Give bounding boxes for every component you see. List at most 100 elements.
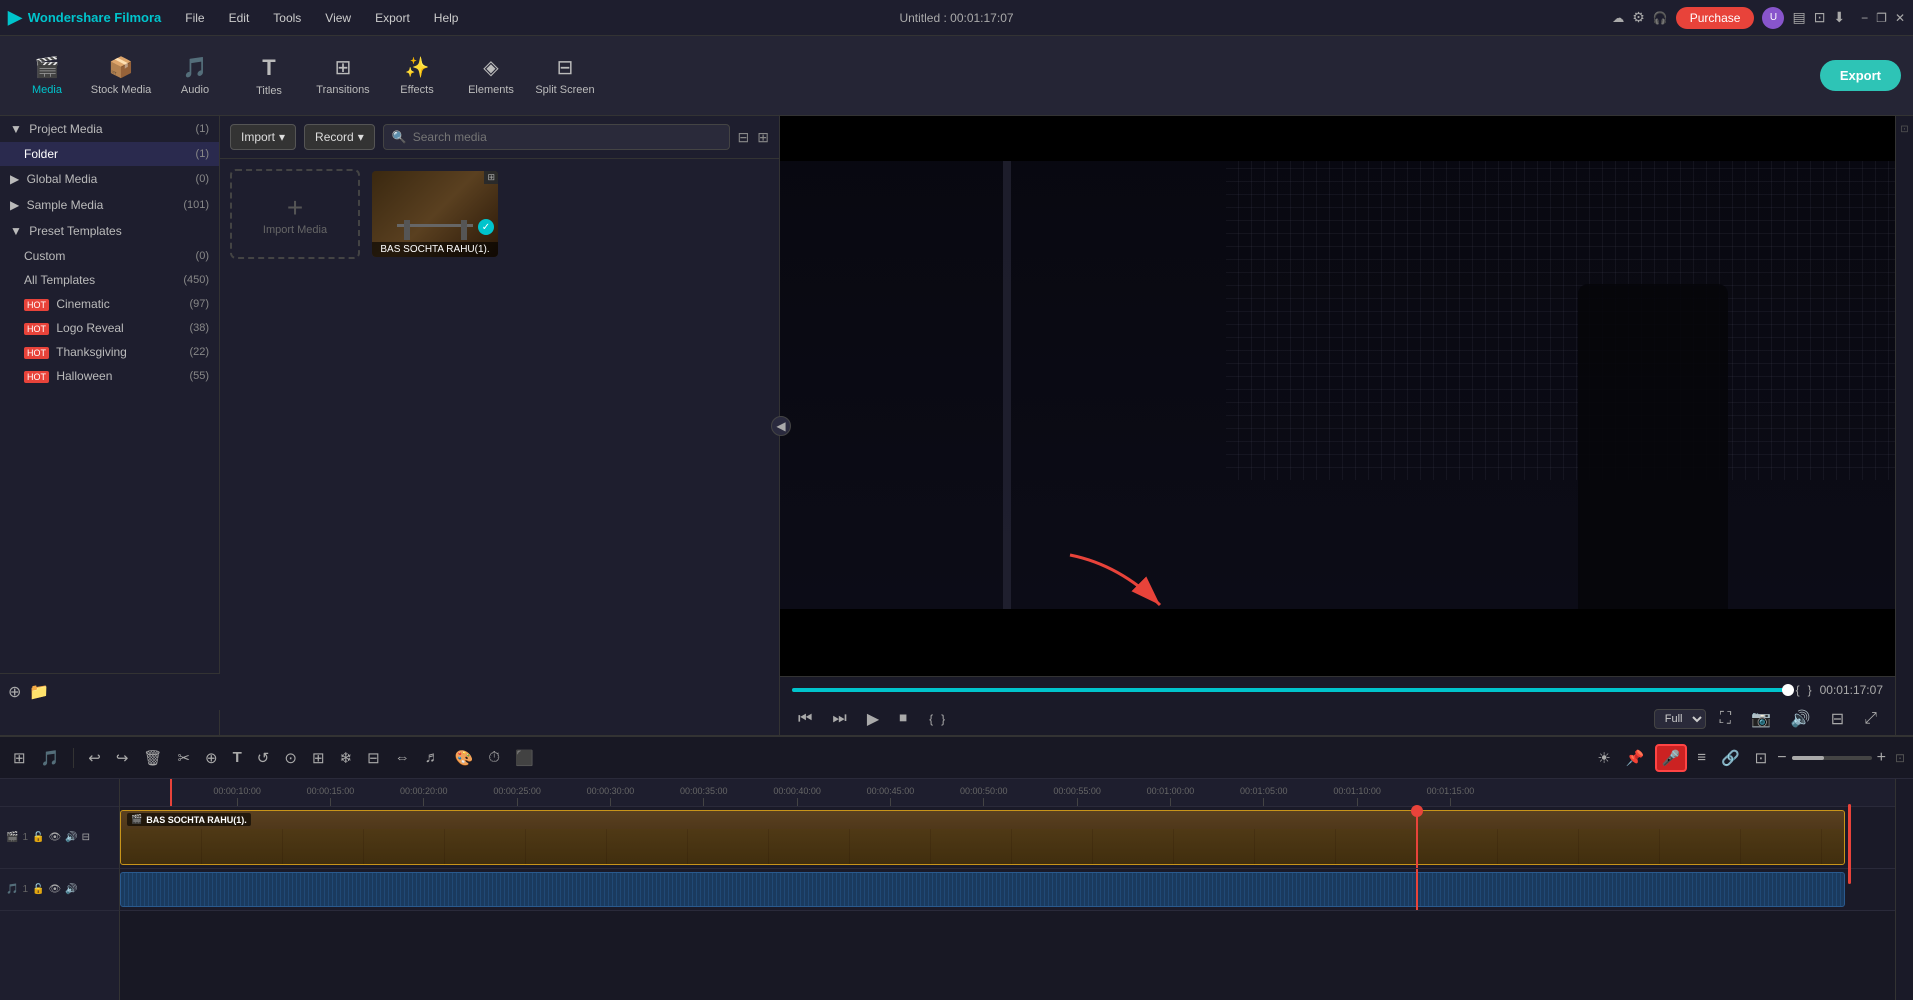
microphone-button[interactable]: 🎤 (1655, 744, 1688, 772)
sidebar-item-folder[interactable]: Folder (1) (0, 142, 219, 166)
sidebar-item-logo-reveal[interactable]: HOT Logo Reveal (38) (0, 316, 219, 340)
media-item-bas-sochta[interactable]: ⊞ BAS SOCHTA RAHU(1). ✓ (370, 169, 500, 259)
download-icon[interactable]: ⬇ (1833, 9, 1845, 26)
sidebar-item-custom[interactable]: Custom (0) (0, 244, 219, 268)
layout-icon[interactable]: ▤ (1792, 9, 1805, 26)
menu-view[interactable]: View (321, 7, 355, 29)
menu-tools[interactable]: Tools (269, 7, 305, 29)
search-input[interactable] (413, 130, 721, 144)
grid-icon[interactable]: ⊞ (757, 129, 769, 146)
track-eye-icon[interactable]: 👁 (48, 832, 61, 843)
marker-button[interactable]: 📌 (1621, 746, 1650, 770)
timeline-scroll-area[interactable]: 00:00:10:0000:00:15:0000:00:20:0000:00:2… (120, 779, 1895, 1000)
settings-icon[interactable]: ⚙ (1632, 9, 1645, 26)
ruler-mark: 00:00:20:00 (400, 786, 448, 806)
add-audio-button[interactable]: 🎵 (36, 746, 65, 770)
sidebar-section-global-media[interactable]: ▶ Global Media (0) (0, 166, 219, 192)
track-collapse-icon[interactable]: ⊟ (82, 832, 90, 843)
audio-button[interactable]: ♬ (420, 746, 445, 769)
audio-eye-icon[interactable]: 👁 (48, 884, 61, 895)
headphone-icon[interactable]: 🎧 (1653, 11, 1668, 25)
zoom-out-button[interactable]: − (1777, 749, 1786, 767)
filter-icon[interactable]: ⊟ (738, 129, 750, 146)
track-vol-icon[interactable]: 🔊 (65, 832, 77, 843)
sidebar-section-sample-media[interactable]: ▶ Sample Media (101) (0, 192, 219, 218)
snapshot-button[interactable]: 📷 (1745, 707, 1777, 731)
sidebar-item-thanksgiving[interactable]: HOT Thanksgiving (22) (0, 340, 219, 364)
preview-right-controls: Full 1/2 1/4 ⛶ 📷 🔊 ⊟ ⤢ (1654, 707, 1883, 731)
play-button[interactable]: ▶ (861, 707, 885, 731)
sidebar-item-halloween[interactable]: HOT Halloween (55) (0, 364, 219, 388)
export-button[interactable]: Export (1820, 60, 1901, 91)
sidebar-folder-icon[interactable]: 📁 (29, 682, 49, 702)
magnet-button[interactable]: ⊙ (279, 746, 302, 770)
progress-bar[interactable] (792, 688, 1788, 692)
undo-button[interactable]: ↩ (83, 746, 106, 770)
delete-button[interactable]: 🗑 (138, 746, 167, 770)
toolbar-elements[interactable]: ◈ Elements (456, 42, 526, 110)
toolbar-audio[interactable]: 🎵 Audio (160, 42, 230, 110)
menu-edit[interactable]: Edit (225, 7, 254, 29)
cut-button[interactable]: ✂ (172, 746, 195, 770)
zoom-in-button[interactable]: + (1877, 749, 1886, 767)
keyframe-button[interactable]: ⊡ (1750, 746, 1773, 770)
sidebar-add-icon[interactable]: ⊕ (8, 682, 21, 702)
menu-help[interactable]: Help (430, 7, 463, 29)
search-box: 🔍 (383, 124, 730, 150)
quality-select[interactable]: Full 1/2 1/4 (1654, 709, 1706, 729)
audio-vol-icon[interactable]: 🔊 (65, 884, 77, 895)
color-button[interactable]: 🎨 (450, 746, 479, 770)
split-button[interactable]: ⊟ (362, 746, 385, 770)
audio-mix-button[interactable]: ≡ (1692, 746, 1711, 769)
titles-label: Titles (256, 85, 282, 97)
transform-button[interactable]: ⇔ (390, 746, 415, 769)
toolbar-media[interactable]: 🎬 Media (12, 42, 82, 110)
sidebar-item-all-templates[interactable]: All Templates (450) (0, 268, 219, 292)
refresh-button[interactable]: ↺ (252, 746, 275, 770)
zoom-slider[interactable] (1792, 756, 1872, 760)
track-lock-icon[interactable]: 🔓 (32, 832, 44, 843)
cloud-icon[interactable]: ☁ (1612, 11, 1624, 25)
sidebar-section-preset-templates[interactable]: ▼ Preset Templates (0, 218, 219, 244)
volume-button[interactable]: 🔊 (1785, 707, 1817, 731)
rewind-button[interactable]: ⏮ (792, 708, 818, 730)
expand-button[interactable]: ⤢ (1858, 708, 1883, 730)
sidebar-section-project-media[interactable]: ▼ Project Media (1) (0, 116, 219, 142)
video-clip[interactable]: 🎬 BAS SOCHTA RAHU(1). (120, 810, 1845, 865)
menu-file[interactable]: File (181, 7, 208, 29)
step-back-button[interactable]: ⏭ (826, 708, 852, 730)
link-button[interactable]: 🔗 (1716, 746, 1745, 770)
menu-export[interactable]: Export (371, 7, 414, 29)
freeze-button[interactable]: ❄ (335, 746, 358, 770)
add-media-button[interactable]: ⊞ (8, 746, 31, 770)
minimize-button[interactable]: − (1861, 11, 1868, 25)
redo-button[interactable]: ↪ (111, 746, 134, 770)
sidebar-item-cinematic[interactable]: HOT Cinematic (97) (0, 292, 219, 316)
stop-button[interactable]: ⏹ (893, 708, 913, 730)
purchase-button[interactable]: Purchase (1676, 7, 1755, 29)
restore-button[interactable]: ❐ (1876, 11, 1887, 25)
toolbar-split-screen[interactable]: ⊟ Split Screen (530, 42, 600, 110)
import-placeholder[interactable]: + Import Media (230, 169, 360, 259)
audio-lock-icon[interactable]: 🔓 (32, 884, 44, 895)
close-button[interactable]: ✕ (1895, 11, 1905, 25)
user-avatar[interactable]: U (1762, 7, 1784, 29)
progress-handle[interactable] (1782, 684, 1794, 696)
toolbar-transitions[interactable]: ⊞ Transitions (308, 42, 378, 110)
import-button[interactable]: Import ▾ (230, 124, 296, 150)
pip-button[interactable]: ⬛ (510, 746, 539, 770)
toolbar-titles[interactable]: T Titles (234, 42, 304, 110)
light-button[interactable]: ☀ (1592, 746, 1615, 770)
toolbar-stock-media[interactable]: 📦 Stock Media (86, 42, 156, 110)
panel-collapse-arrow[interactable]: ◀ (771, 416, 791, 436)
group-button[interactable]: ⊞ (307, 746, 330, 770)
speed-button[interactable]: ⏱ (483, 746, 505, 769)
crop-button[interactable]: ⊕ (200, 746, 223, 770)
layout-toggle-button[interactable]: ⊟ (1825, 707, 1850, 731)
toolbar-effects[interactable]: ✨ Effects (382, 42, 452, 110)
audio-clip[interactable] (120, 872, 1845, 907)
fullscreen-button[interactable]: ⛶ (1714, 708, 1737, 730)
record-button[interactable]: Record ▾ (304, 124, 375, 150)
text-button[interactable]: T (228, 746, 247, 769)
window-control-icon[interactable]: ⊡ (1814, 9, 1826, 26)
